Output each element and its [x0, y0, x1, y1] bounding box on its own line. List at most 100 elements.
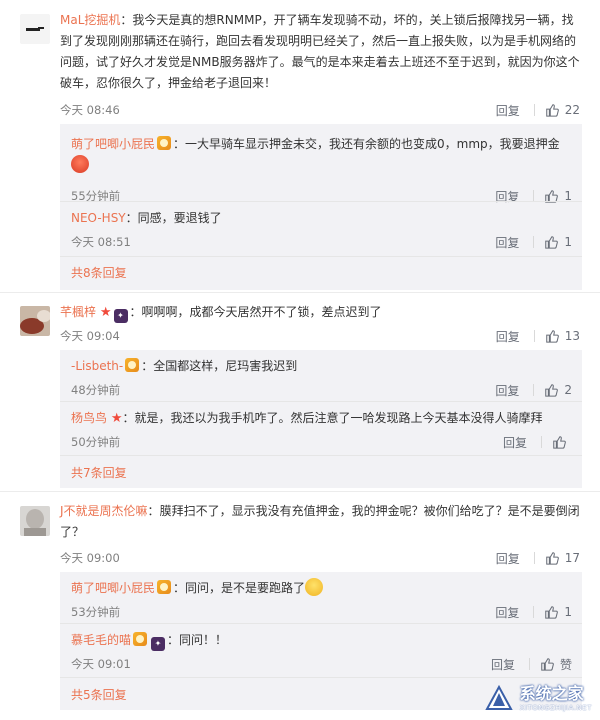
- watermark-logo-icon: [484, 684, 514, 714]
- reply-actions: 回复 2: [495, 381, 572, 399]
- more-replies-link[interactable]: 共5条回复: [71, 686, 127, 703]
- divider: [533, 606, 535, 618]
- comment-body: 啊啊啊，成都今天居然开不了锁，差点迟到了: [141, 305, 382, 319]
- watermark-url: XITONGZHIJIA.NET: [519, 704, 592, 712]
- reply-button[interactable]: 回复: [495, 382, 519, 399]
- like-button[interactable]: 22: [545, 103, 580, 117]
- reply-text: 慕毛毛的喵 ✦ ：同问！！: [71, 630, 571, 651]
- reply-button[interactable]: 回复: [495, 604, 519, 621]
- angry-face-emoji-icon: [71, 155, 89, 173]
- divider: [60, 677, 582, 678]
- avatar[interactable]: [20, 306, 50, 336]
- divider: [60, 623, 582, 624]
- reply-button[interactable]: 回复: [503, 434, 527, 451]
- reply-time: 今天 09:01: [71, 657, 131, 671]
- reply-time: 48分钟前: [71, 383, 121, 397]
- username-link[interactable]: 萌了吧唧小屁民: [71, 581, 155, 595]
- divider: [60, 401, 582, 402]
- vip-badge-icon: [157, 136, 172, 150]
- reply-text: -Lisbeth- ：全国都这样，尼玛害我迟到: [71, 358, 298, 373]
- like-count: 1: [564, 235, 572, 249]
- reply-body: 一大早骑车显示押金未交，我还有余额的也变成0，mmp，我要退押金: [185, 137, 560, 151]
- reply-list: -Lisbeth- ：全国都这样，尼玛害我迟到 48分钟前 回复 2 杨鸟鸟 ★：…: [60, 350, 582, 488]
- like-count: 22: [564, 103, 580, 117]
- comment-text: MaL挖掘机：我今天是真的想RNMMP，开了辆车发现骑不动，坏的，关上锁后报障找…: [60, 13, 580, 90]
- like-button[interactable]: 1: [544, 605, 572, 619]
- comment-text: J不就是周杰伦嘛：膜拜扫不了，显示我没有充值押金，我的押金呢？被你们给吃了？是不…: [60, 504, 580, 539]
- divider: [533, 552, 535, 564]
- avatar[interactable]: [20, 506, 50, 536]
- comment-actions: 回复 22: [496, 101, 580, 119]
- like-count: 17: [564, 551, 580, 565]
- star-badge-icon: ★: [99, 305, 112, 320]
- thumbs-up-icon: [553, 436, 566, 449]
- reply-text: 杨鸟鸟 ★：就是，我还以为我手机咋了。然后注意了一哈发现路上今天基本没得人骑摩拜: [71, 411, 543, 426]
- reply-list: 萌了吧唧小屁民 ：一大早骑车显示押金未交，我还有余额的也变成0，mmp，我要退押金…: [60, 124, 582, 290]
- more-replies-link[interactable]: 共8条回复: [71, 264, 127, 281]
- divider: [541, 436, 542, 448]
- thumbs-up-icon: [545, 606, 559, 619]
- reply-button[interactable]: 回复: [495, 234, 519, 251]
- avatar[interactable]: [20, 14, 50, 44]
- vip-badge-icon: [133, 632, 148, 646]
- thumbs-up-icon: [545, 236, 559, 249]
- comment-time: 今天 09:00: [60, 551, 120, 565]
- divider: [60, 201, 582, 202]
- username-link[interactable]: -Lisbeth-: [71, 359, 123, 373]
- reply-body: 全国都这样，尼玛害我迟到: [153, 359, 298, 373]
- reply-body: 就是，我还以为我手机咋了。然后注意了一哈发现路上今天基本没得人骑摩拜: [134, 411, 543, 425]
- like-count: 13: [564, 329, 580, 343]
- reply-actions: 回复: [503, 433, 572, 451]
- like-button[interactable]: 赞: [540, 656, 572, 673]
- reply-button[interactable]: 回复: [496, 102, 520, 119]
- like-button[interactable]: 17: [545, 551, 580, 565]
- like-button[interactable]: 2: [544, 383, 572, 397]
- reply-button[interactable]: 回复: [496, 328, 520, 345]
- thumbs-up-icon: [545, 552, 559, 565]
- reply-time: 53分钟前: [71, 605, 121, 619]
- like-button[interactable]: [552, 435, 572, 449]
- reply-actions: 回复 1: [495, 187, 572, 205]
- reply-actions: 回复 赞: [491, 655, 572, 673]
- comment-actions: 回复 17: [496, 549, 580, 567]
- like-count: 1: [564, 605, 572, 619]
- comment-time: 今天 08:46: [60, 103, 120, 117]
- username-link[interactable]: J不就是周杰伦嘛: [60, 504, 148, 518]
- reply-text: 萌了吧唧小屁民 ：一大早骑车显示押金未交，我还有余额的也变成0，mmp，我要退押金: [71, 134, 571, 176]
- thumbs-up-icon: [541, 658, 554, 671]
- star-badge-icon: ★: [110, 411, 123, 426]
- username-link[interactable]: MaL挖掘机: [60, 13, 120, 27]
- reply-button[interactable]: 回复: [496, 550, 520, 567]
- comment-time: 今天 09:04: [60, 329, 120, 343]
- thumbs-up-icon: [545, 384, 559, 397]
- divider: [533, 384, 535, 396]
- comment-text: 芊楓梓 ★ ✦ ：啊啊啊，成都今天居然开不了锁，差点迟到了: [60, 302, 580, 323]
- username-link[interactable]: 萌了吧唧小屁民: [71, 137, 155, 151]
- like-button[interactable]: 13: [545, 329, 580, 343]
- divider: [533, 104, 535, 116]
- divider: [0, 292, 600, 293]
- reply-time: 今天 08:51: [71, 235, 131, 249]
- username-link[interactable]: 芊楓梓: [60, 305, 96, 319]
- divider: [60, 256, 582, 257]
- comment-body: 我今天是真的想RNMMP，开了辆车发现骑不动，坏的，关上锁后报障找另一辆，找到了…: [60, 13, 580, 90]
- thumbs-up-icon: [545, 104, 559, 117]
- laughing-face-emoji-icon: [305, 578, 324, 596]
- username-link[interactable]: NEO-HSY: [71, 211, 126, 225]
- watermark-name: 系统之家: [519, 684, 584, 703]
- reply-button[interactable]: 回复: [491, 656, 515, 673]
- divider: [60, 455, 582, 456]
- thumbs-up-icon: [545, 330, 559, 343]
- divider: [533, 236, 535, 248]
- more-replies-link[interactable]: 共7条回复: [71, 464, 127, 481]
- like-button[interactable]: 1: [544, 235, 572, 249]
- reply-actions: 回复 1: [495, 233, 572, 251]
- comment-actions: 回复 13: [496, 327, 580, 345]
- username-link[interactable]: 慕毛毛的喵: [71, 633, 131, 647]
- fan-badge-icon: ✦: [151, 637, 166, 651]
- reply-time: 50分钟前: [71, 435, 121, 449]
- username-link[interactable]: 杨鸟鸟: [71, 411, 107, 425]
- reply-text: NEO-HSY：同感，要退钱了: [71, 211, 222, 225]
- reply-body: 同问！！: [179, 633, 228, 647]
- vip-badge-icon: [157, 580, 172, 594]
